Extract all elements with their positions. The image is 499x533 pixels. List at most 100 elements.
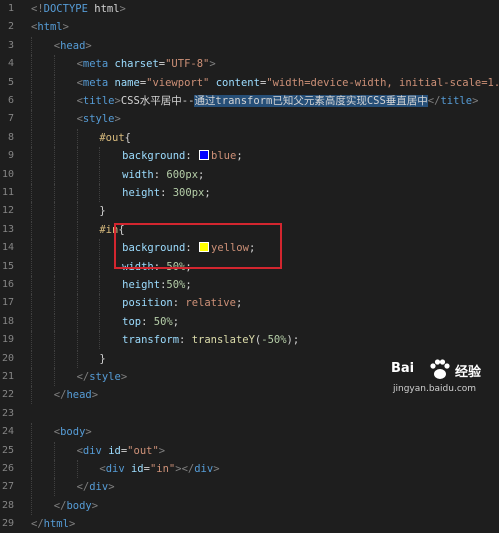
indent-guide — [31, 478, 32, 497]
indent-guide — [76, 220, 78, 239]
code-token: DOCTYPE — [43, 3, 88, 15]
code-line[interactable]: 25 <div id="out"> — [0, 441, 499, 460]
indent-guide — [76, 294, 78, 313]
indent-guide — [31, 165, 32, 184]
indent-guide — [53, 368, 55, 386]
line-number: 22 — [1, 389, 14, 401]
line-number: 15 — [1, 260, 14, 272]
line-number: 23 — [1, 407, 14, 419]
code-line[interactable]: 26 <div id="in"></div> — [0, 460, 499, 478]
code-token: title — [82, 95, 115, 107]
line-number: 14 — [1, 242, 14, 254]
code-line[interactable]: 9 background: blue; — [0, 147, 499, 166]
indent-guide — [31, 36, 32, 55]
code-token: { — [124, 131, 131, 144]
baidu-jingyan-watermark: Bai 经验 jingyan.baidu.com — [391, 357, 491, 401]
code-token: ; — [235, 297, 243, 310]
line-number: 25 — [1, 444, 14, 456]
code-line[interactable]: 3 <head> — [0, 36, 499, 55]
code-text: } — [99, 350, 105, 368]
code-token: style — [89, 371, 121, 383]
code-token: > — [62, 21, 69, 34]
code-text: </style> — [77, 368, 128, 386]
code-token: > — [120, 371, 128, 383]
indent-guide — [31, 55, 32, 74]
code-token: } — [99, 352, 106, 365]
code-line[interactable]: 7 <style> — [0, 110, 499, 129]
indent-guide — [99, 147, 101, 166]
code-line[interactable]: 8 #out{ — [0, 128, 499, 147]
line-number: 7 — [7, 113, 14, 125]
indent-guide — [53, 202, 55, 221]
line-number: 21 — [1, 371, 14, 382]
code-token: 300px — [172, 187, 205, 199]
code-text: </html> — [31, 515, 75, 533]
code-token: : — [185, 150, 199, 163]
code-text: transform: translateY(-50%); — [122, 331, 299, 349]
indent-guide — [31, 331, 32, 350]
code-line[interactable]: 5 <meta name="viewport" content="width=de… — [0, 73, 499, 92]
code-token: "out" — [127, 444, 159, 457]
code-token: translateY — [191, 334, 255, 347]
code-token: charset — [114, 58, 159, 71]
indent-guide — [31, 441, 32, 460]
indent-guide — [99, 276, 101, 294]
code-token: html — [37, 21, 63, 34]
code-line[interactable]: 27 </div> — [0, 478, 499, 497]
code-line[interactable]: 16 height:50%; — [0, 276, 499, 294]
indent-guide — [31, 239, 32, 258]
code-token: : — [179, 334, 192, 347]
line-number: 24 — [1, 426, 14, 438]
line-number: 19 — [1, 334, 14, 346]
indent-guide — [99, 239, 101, 258]
code-line[interactable]: 11 height: 300px; — [0, 184, 499, 202]
line-number: 13 — [1, 223, 14, 235]
indent-guide — [53, 55, 55, 74]
code-line[interactable]: 18 top: 50%; — [0, 312, 499, 331]
code-line[interactable]: 23 — [0, 405, 499, 423]
code-token: 50% — [166, 279, 186, 291]
line-number: 5 — [7, 76, 14, 88]
indent-guide — [99, 165, 101, 184]
code-token: 通过transform已知父元素高度实现CSS垂直居中 — [194, 95, 428, 107]
code-token: > — [213, 463, 220, 475]
indent-guide — [31, 496, 32, 515]
line-number: 28 — [1, 499, 14, 511]
code-token: } — [99, 205, 106, 218]
indent-guide — [31, 276, 32, 294]
indent-guide — [99, 257, 101, 276]
indent-guide — [53, 110, 55, 129]
code-token: > — [85, 39, 92, 52]
code-text: <meta name="viewport" content="width=dev… — [77, 74, 499, 92]
code-token: content — [215, 76, 260, 89]
code-token: > — [472, 95, 479, 107]
code-line[interactable]: 12} — [0, 202, 499, 221]
code-line[interactable]: 29 </html> — [0, 515, 499, 533]
code-line[interactable]: 6 <title>CSS水平居中--通过transform已知父元素高度实现CSS… — [0, 92, 499, 110]
code-line[interactable]: 1 <!DOCTYPE html> — [0, 0, 499, 18]
code-editor[interactable]: 1 <!DOCTYPE html> 2 <html> 3 <head> 4 <meta cha… — [0, 0, 499, 530]
indent-guide — [53, 460, 55, 478]
indent-guide — [76, 331, 78, 350]
code-line[interactable]: 17 position: relative; — [0, 294, 499, 313]
code-line[interactable]: 19 transform: translateY(-50%); — [0, 331, 499, 350]
code-text: } — [99, 202, 105, 220]
code-token: "in" — [149, 463, 176, 475]
code-line[interactable]: 10 width: 600px; — [0, 165, 499, 184]
code-token: background — [122, 150, 186, 163]
indent-guide — [31, 294, 32, 313]
indent-guide — [53, 220, 55, 239]
code-token: meta — [82, 76, 109, 89]
line-number: 16 — [1, 279, 14, 290]
code-line[interactable]: 4 <meta charset="UTF-8"> — [0, 55, 499, 74]
code-line[interactable]: 28 </body> — [0, 496, 499, 515]
indent-guide — [76, 257, 78, 276]
code-token: body — [60, 426, 86, 439]
line-number: 6 — [7, 95, 14, 106]
code-line[interactable]: 2 <html> — [0, 18, 499, 36]
indent-guide — [53, 294, 55, 313]
indent-guide — [31, 92, 32, 110]
line-number: 8 — [7, 131, 14, 143]
line-number: 26 — [1, 463, 14, 474]
code-line[interactable]: 24 <body> — [0, 423, 499, 442]
